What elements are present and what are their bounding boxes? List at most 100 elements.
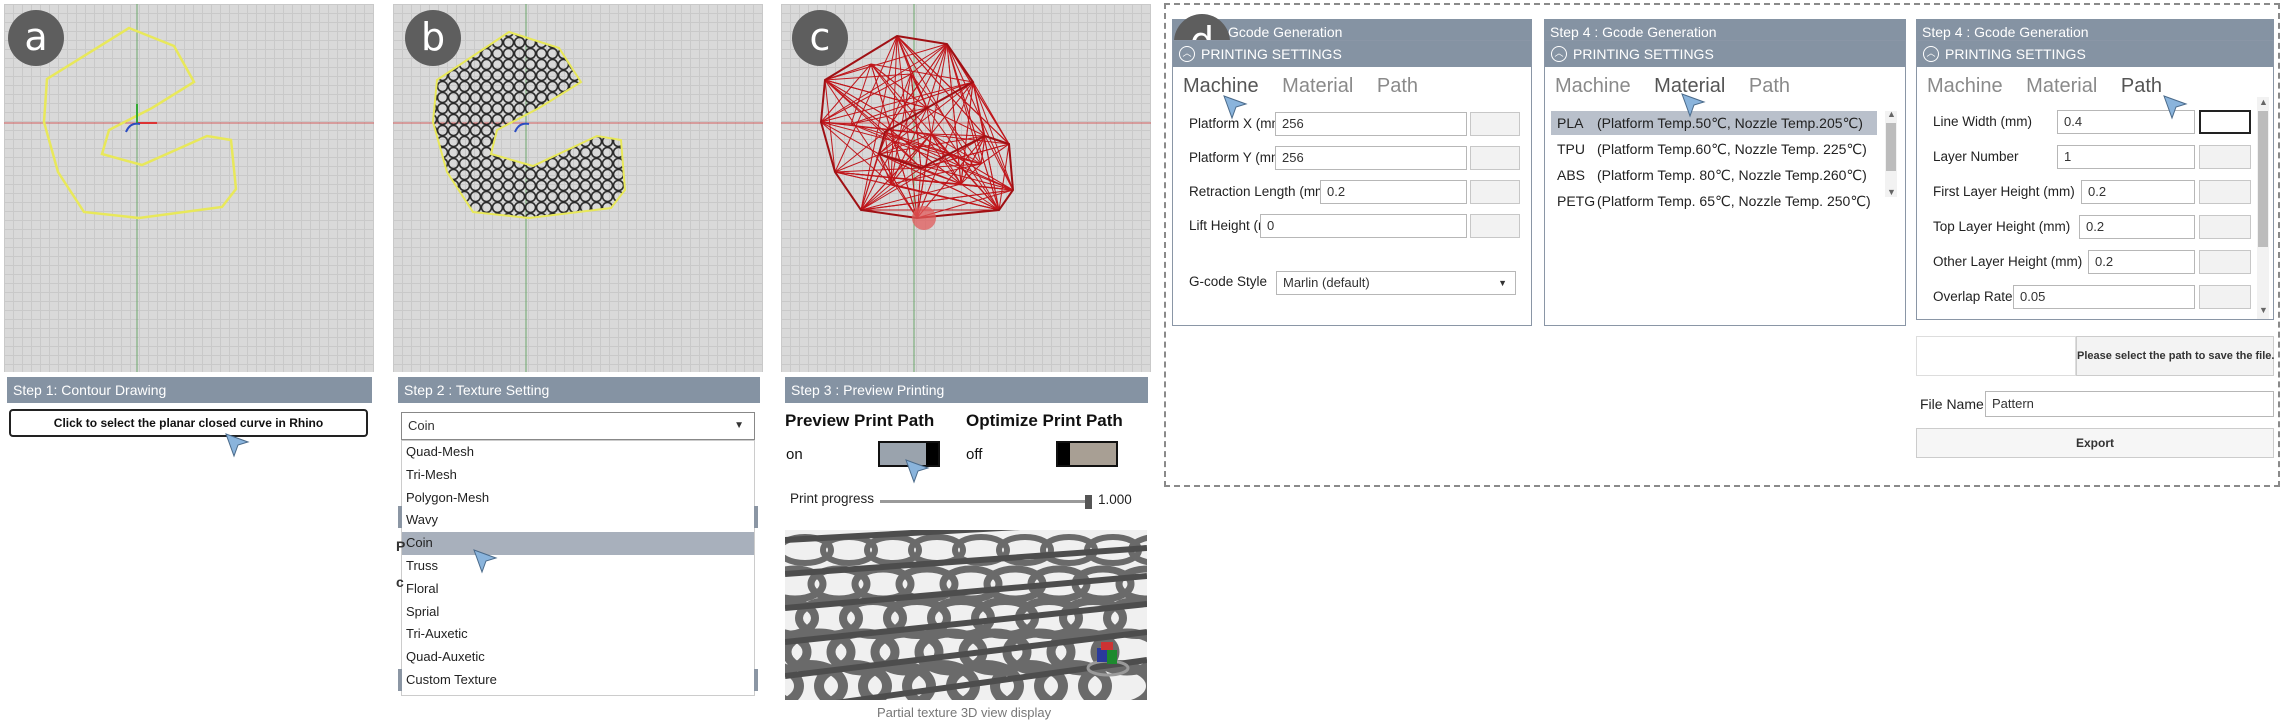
path-field-input[interactable]: 0.2	[2079, 215, 2195, 239]
step3-title: Step 3 : Preview Printing	[785, 377, 1148, 403]
select-save-path-button[interactable]: Please select the path to save the file.	[2076, 336, 2274, 376]
print-progress-label: Print progress	[790, 491, 875, 506]
printing-settings-header[interactable]: ︿ PRINTING SETTINGS	[1173, 41, 1531, 67]
machine-field-aux[interactable]	[1470, 214, 1520, 238]
material-item[interactable]: ABS (Platform Temp. 80℃, Nozzle Temp.260℃…	[1551, 163, 1877, 187]
path-field-aux[interactable]	[2199, 285, 2251, 309]
texture-option[interactable]: Floral	[402, 578, 754, 601]
gcode-style-select[interactable]: Marlin (default) ▼	[1276, 271, 1516, 295]
badge-a: a	[8, 10, 64, 66]
machine-field-aux[interactable]	[1470, 146, 1520, 170]
cursor-icon	[1681, 93, 1706, 118]
machine-field-input[interactable]: 256	[1275, 146, 1467, 170]
select-curve-button[interactable]: Click to select the planar closed curve …	[9, 409, 368, 437]
path-field-input[interactable]: 0.05	[2013, 285, 2195, 309]
path-field-label: Overlap Rate	[1933, 289, 2013, 304]
material-item[interactable]: PETG (Platform Temp. 65℃, Nozzle Temp. 25…	[1551, 189, 1877, 213]
optimize-toggle[interactable]	[1056, 441, 1118, 467]
machine-field-input[interactable]: 0.2	[1320, 180, 1467, 204]
dropdown-arrow-icon: ▼	[1498, 278, 1507, 288]
path-field-label: First Layer Height (mm)	[1933, 184, 2075, 199]
path-field-label: Top Layer Height (mm)	[1933, 219, 2071, 234]
collapse-icon: ︿	[1551, 46, 1567, 62]
machine-field-aux[interactable]	[1470, 112, 1520, 136]
path-field-aux[interactable]	[2199, 110, 2251, 134]
path-field-aux[interactable]	[2199, 215, 2251, 239]
save-path-display	[1916, 336, 2076, 376]
badge-c: c	[792, 10, 848, 66]
machine-panel: ︿ PRINTING SETTINGS Machine Material Path…	[1172, 40, 1532, 326]
path-field-input[interactable]: 1	[2057, 145, 2195, 169]
path-field-aux[interactable]	[2199, 250, 2251, 274]
path-field-aux[interactable]	[2199, 145, 2251, 169]
path-field-aux[interactable]	[2199, 180, 2251, 204]
texture-option[interactable]: Tri-Auxetic	[402, 623, 754, 646]
step1-title: Step 1: Contour Drawing	[7, 377, 372, 403]
list-scroll-marker	[398, 506, 402, 528]
texture-option[interactable]: Sprial	[402, 601, 754, 624]
contour-curve-drawing	[4, 4, 374, 372]
axis-gizmo-icon	[1086, 642, 1130, 677]
texture-option[interactable]: Wavy	[402, 509, 754, 532]
texture-options-list: Quad-Mesh Tri-Mesh Polygon-Mesh Wavy Coin Tru…	[401, 440, 755, 696]
hidden-label-glyph: P	[396, 538, 406, 554]
collapse-icon: ︿	[1179, 46, 1195, 62]
nozzle-marker	[912, 206, 936, 230]
texture-select-value: Coin	[408, 418, 435, 433]
path-field-input[interactable]: 0.2	[2088, 250, 2195, 274]
material-item[interactable]: PLA (Platform Temp.50℃, Nozzle Temp.205℃)	[1551, 111, 1877, 135]
machine-field-label: Retraction Length (mm)	[1189, 184, 1331, 199]
tab-material[interactable]: Material	[1282, 75, 1353, 97]
list-scroll-marker	[754, 506, 758, 528]
tab-path[interactable]: Path	[1377, 75, 1418, 97]
print-progress-value: 1.000	[1098, 492, 1132, 507]
path-field-label: Other Layer Height (mm)	[1933, 254, 2083, 269]
gcode-style-label: G-code Style	[1189, 274, 1268, 289]
cursor-icon	[2163, 95, 2188, 120]
machine-field-input[interactable]: 256	[1275, 112, 1467, 136]
texture-option[interactable]: Quad-Auxetic	[402, 646, 754, 669]
export-button[interactable]: Export	[1916, 428, 2274, 458]
cursor-icon	[905, 459, 930, 484]
step2-title: Step 2 : Texture Setting	[398, 377, 760, 403]
preview-state-text: on	[786, 446, 803, 463]
texture-option[interactable]: Quad-Mesh	[402, 441, 754, 464]
badge-b: b	[405, 10, 461, 66]
material-panel: ︿ PRINTING SETTINGS Machine Material Path…	[1544, 40, 1906, 326]
material-scrollbar[interactable]: ▲ ▼	[1885, 109, 1897, 197]
cursor-icon	[225, 433, 250, 458]
tab-path[interactable]: Path	[1749, 75, 1790, 97]
view-caption: Partial texture 3D view display	[877, 705, 1052, 720]
texture-option[interactable]: Custom Texture	[402, 669, 754, 692]
optimize-state-text: off	[966, 446, 983, 463]
path-field-input[interactable]: 0.2	[2081, 180, 2195, 204]
texture-3d-view[interactable]	[785, 530, 1147, 700]
slider-thumb[interactable]	[1085, 495, 1092, 509]
texture-select[interactable]: Coin ▼	[401, 412, 755, 440]
file-name-input[interactable]: Pattern	[1985, 391, 2274, 417]
dropdown-arrow-icon: ▼	[734, 420, 744, 431]
preview-print-path-label: Preview Print Path	[785, 411, 935, 430]
viewport-a[interactable]	[4, 4, 374, 372]
optimize-print-path-label: Optimize Print Path	[966, 411, 1123, 430]
tab-machine[interactable]: Machine	[1555, 75, 1631, 97]
cursor-icon	[1223, 95, 1248, 120]
print-progress-slider[interactable]	[880, 495, 1092, 509]
texture-option[interactable]: Polygon-Mesh	[402, 487, 754, 510]
hidden-label-glyph: c	[396, 574, 404, 590]
printing-settings-header[interactable]: ︿ PRINTING SETTINGS	[1545, 41, 1905, 67]
machine-field-input[interactable]: 0	[1260, 214, 1467, 238]
texture-option[interactable]: Coin	[402, 532, 754, 555]
cursor-icon	[473, 549, 498, 574]
texture-option[interactable]: Tri-Mesh	[402, 464, 754, 487]
texture-option[interactable]: Truss	[402, 555, 754, 578]
material-item[interactable]: TPU (Platform Temp.60℃, Nozzle Temp. 225℃…	[1551, 137, 1877, 161]
path-field-label: Layer Number	[1933, 149, 2019, 164]
list-scroll-marker	[754, 669, 758, 691]
list-scroll-marker	[398, 669, 402, 691]
file-name-label: File Name	[1920, 396, 1984, 412]
path-scrollbar[interactable]: ▲ ▼	[2257, 97, 2269, 319]
machine-field-label: Platform Y (mm)	[1189, 150, 1287, 165]
machine-field-aux[interactable]	[1470, 180, 1520, 204]
path-field-label: Line Width (mm)	[1933, 114, 2033, 129]
